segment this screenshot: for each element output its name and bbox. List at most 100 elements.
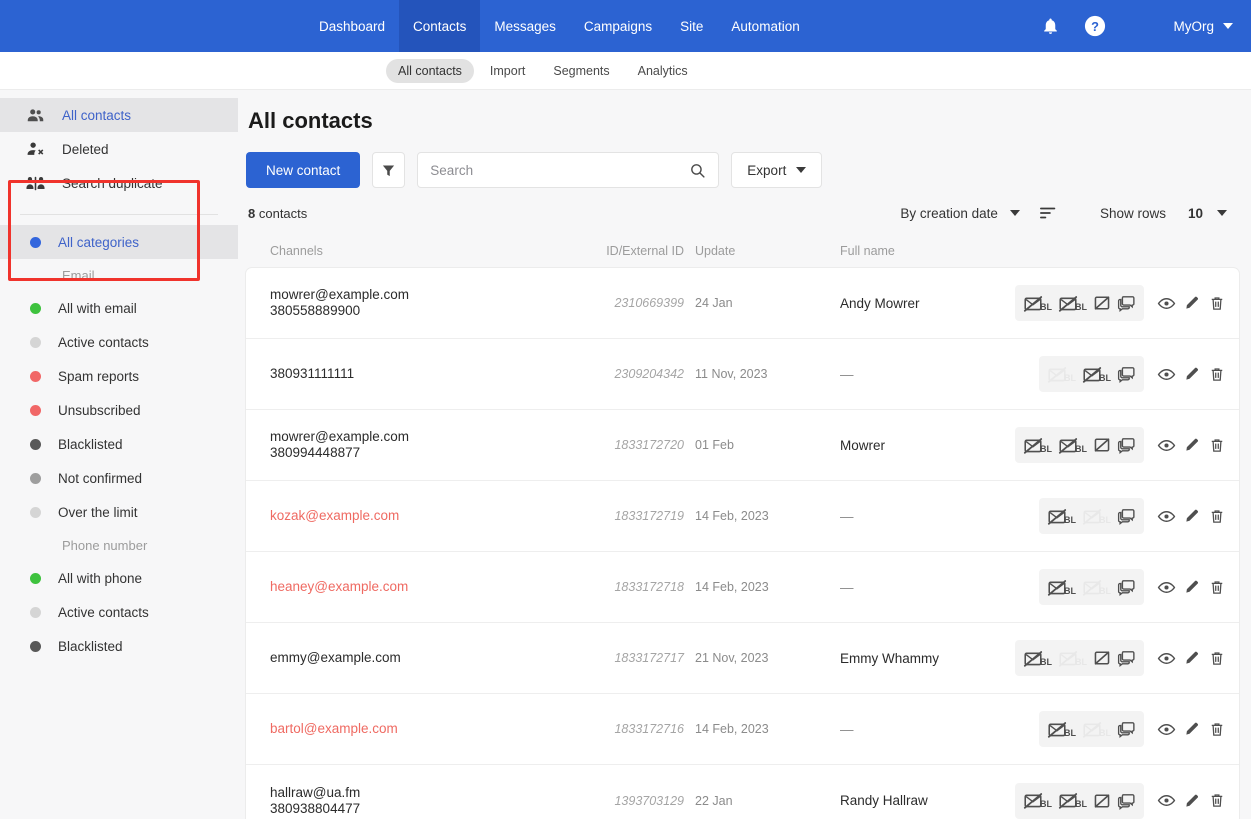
chat-icon[interactable]	[1117, 792, 1136, 810]
channel-value[interactable]: 380994448877	[270, 445, 592, 461]
sidebar-category-blacklisted[interactable]: Blacklisted	[0, 427, 238, 461]
email-blacklist-icon[interactable]: BL	[1023, 294, 1052, 313]
nav-item-messages[interactable]: Messages	[480, 0, 570, 52]
sidebar-category-active-contacts[interactable]: Active contacts	[0, 325, 238, 359]
organization-selector[interactable]: MyOrg	[1174, 19, 1233, 34]
sidebar-category-over-the-limit[interactable]: Over the limit	[0, 495, 238, 529]
email-blacklist-icon[interactable]: BL	[1023, 436, 1052, 455]
sort-by-dropdown[interactable]: By creation date	[900, 206, 1020, 221]
trash-delete-icon[interactable]	[1204, 294, 1229, 313]
eye-view-icon[interactable]	[1154, 365, 1179, 384]
sms-blacklist-icon[interactable]: BL	[1082, 365, 1111, 384]
trash-delete-icon[interactable]	[1204, 720, 1229, 739]
chat-icon[interactable]	[1117, 365, 1136, 383]
eye-view-icon[interactable]	[1154, 720, 1179, 739]
new-contact-button[interactable]: New contact	[246, 152, 361, 188]
push-blacklist-icon[interactable]	[1093, 649, 1111, 667]
trash-delete-icon[interactable]	[1204, 436, 1229, 455]
pencil-edit-icon[interactable]	[1179, 294, 1204, 312]
eye-view-icon[interactable]	[1154, 507, 1179, 526]
filter-button[interactable]	[372, 152, 406, 188]
sidebar-item-search-duplicate[interactable]: Search duplicate	[0, 166, 238, 200]
channel-value[interactable]: heaney@example.com	[270, 579, 592, 595]
channel-value[interactable]: emmy@example.com	[270, 650, 592, 666]
channel-value[interactable]: mowrer@example.com	[270, 429, 592, 445]
notifications-bell-button[interactable]	[1028, 16, 1074, 36]
sidebar-category-all-with-email[interactable]: All with email	[0, 291, 238, 325]
channel-value[interactable]: 380938804477	[270, 801, 592, 817]
email-blacklist-icon[interactable]: BL	[1023, 791, 1052, 810]
sidebar-category-not-confirmed[interactable]: Not confirmed	[0, 461, 238, 495]
email-blacklist-icon[interactable]: BL	[1023, 649, 1052, 668]
nav-item-site[interactable]: Site	[666, 0, 717, 52]
channel-value[interactable]: bartol@example.com	[270, 721, 592, 737]
pencil-edit-icon[interactable]	[1179, 649, 1204, 667]
channel-value[interactable]: hallraw@ua.fm	[270, 785, 592, 801]
sidebar-category-spam-reports[interactable]: Spam reports	[0, 359, 238, 393]
search-box[interactable]	[417, 152, 720, 188]
chat-icon[interactable]	[1117, 578, 1136, 596]
trash-delete-icon[interactable]	[1204, 365, 1229, 384]
sms-blacklist-icon[interactable]: BL	[1058, 791, 1087, 810]
eye-view-icon[interactable]	[1154, 436, 1179, 455]
trash-delete-icon[interactable]	[1204, 507, 1229, 526]
sidebar-category-unsubscribed[interactable]: Unsubscribed	[0, 393, 238, 427]
search-input[interactable]	[430, 162, 690, 178]
table-row[interactable]: mowrer@example.com 380994448877 1833172720…	[246, 410, 1239, 481]
nav-item-dashboard[interactable]: Dashboard	[305, 0, 399, 52]
table-row[interactable]: mowrer@example.com 380558889900 2310669399…	[246, 268, 1239, 339]
chat-icon[interactable]	[1117, 436, 1136, 454]
email-blacklist-icon[interactable]: BL	[1047, 578, 1076, 597]
sidebar-item-deleted[interactable]: Deleted	[0, 132, 238, 166]
pencil-edit-icon[interactable]	[1179, 792, 1204, 810]
channel-value[interactable]: 380558889900	[270, 303, 592, 319]
export-button[interactable]: Export	[731, 152, 823, 188]
chat-icon[interactable]	[1117, 507, 1136, 525]
eye-view-icon[interactable]	[1154, 578, 1179, 597]
help-button[interactable]: ?	[1074, 15, 1116, 37]
chat-icon[interactable]	[1117, 720, 1136, 738]
sidebar-category-all-with-phone[interactable]: All with phone	[0, 561, 238, 595]
push-blacklist-icon[interactable]	[1093, 436, 1111, 454]
sidebar-item-all-categories[interactable]: All categories	[0, 225, 238, 259]
table-row[interactable]: heaney@example.com 1833172718 14 Feb, 2023…	[246, 552, 1239, 623]
sidebar-category-active-contacts[interactable]: Active contacts	[0, 595, 238, 629]
search-icon[interactable]	[689, 162, 706, 179]
trash-delete-icon[interactable]	[1204, 791, 1229, 810]
tab-import[interactable]: Import	[478, 59, 537, 83]
tab-analytics[interactable]: Analytics	[626, 59, 700, 83]
tab-all-contacts[interactable]: All contacts	[386, 58, 474, 83]
sort-direction-button[interactable]	[1039, 206, 1058, 220]
channel-value[interactable]: kozak@example.com	[270, 508, 592, 524]
table-row[interactable]: 380931111111 2309204342 11 Nov, 2023 — BL BL	[246, 339, 1239, 410]
table-row[interactable]: emmy@example.com 1833172717 21 Nov, 2023 Em…	[246, 623, 1239, 694]
eye-view-icon[interactable]	[1154, 294, 1179, 313]
table-row[interactable]: bartol@example.com 1833172716 14 Feb, 2023…	[246, 694, 1239, 765]
rows-per-page-dropdown[interactable]	[1217, 210, 1227, 216]
channel-value[interactable]: 380931111111	[270, 366, 592, 382]
sms-blacklist-icon[interactable]: BL	[1058, 294, 1087, 313]
chat-icon[interactable]	[1117, 649, 1136, 667]
nav-item-campaigns[interactable]: Campaigns	[570, 0, 666, 52]
pencil-edit-icon[interactable]	[1179, 436, 1204, 454]
sidebar-item-all-contacts[interactable]: All contacts	[0, 98, 238, 132]
pencil-edit-icon[interactable]	[1179, 720, 1204, 738]
push-blacklist-icon[interactable]	[1093, 294, 1111, 312]
tab-segments[interactable]: Segments	[541, 59, 621, 83]
trash-delete-icon[interactable]	[1204, 578, 1229, 597]
pencil-edit-icon[interactable]	[1179, 507, 1204, 525]
push-blacklist-icon[interactable]	[1093, 792, 1111, 810]
pencil-edit-icon[interactable]	[1179, 365, 1204, 383]
table-row[interactable]: kozak@example.com 1833172719 14 Feb, 2023 —…	[246, 481, 1239, 552]
channel-value[interactable]: mowrer@example.com	[270, 287, 592, 303]
nav-item-automation[interactable]: Automation	[717, 0, 813, 52]
eye-view-icon[interactable]	[1154, 649, 1179, 668]
trash-delete-icon[interactable]	[1204, 649, 1229, 668]
rows-per-page-value[interactable]: 10	[1188, 206, 1203, 221]
email-blacklist-icon[interactable]: BL	[1047, 720, 1076, 739]
eye-view-icon[interactable]	[1154, 791, 1179, 810]
email-blacklist-icon[interactable]: BL	[1047, 507, 1076, 526]
chat-icon[interactable]	[1117, 294, 1136, 312]
table-row[interactable]: hallraw@ua.fm 380938804477 1393703129 22 Ja…	[246, 765, 1239, 819]
pencil-edit-icon[interactable]	[1179, 578, 1204, 596]
